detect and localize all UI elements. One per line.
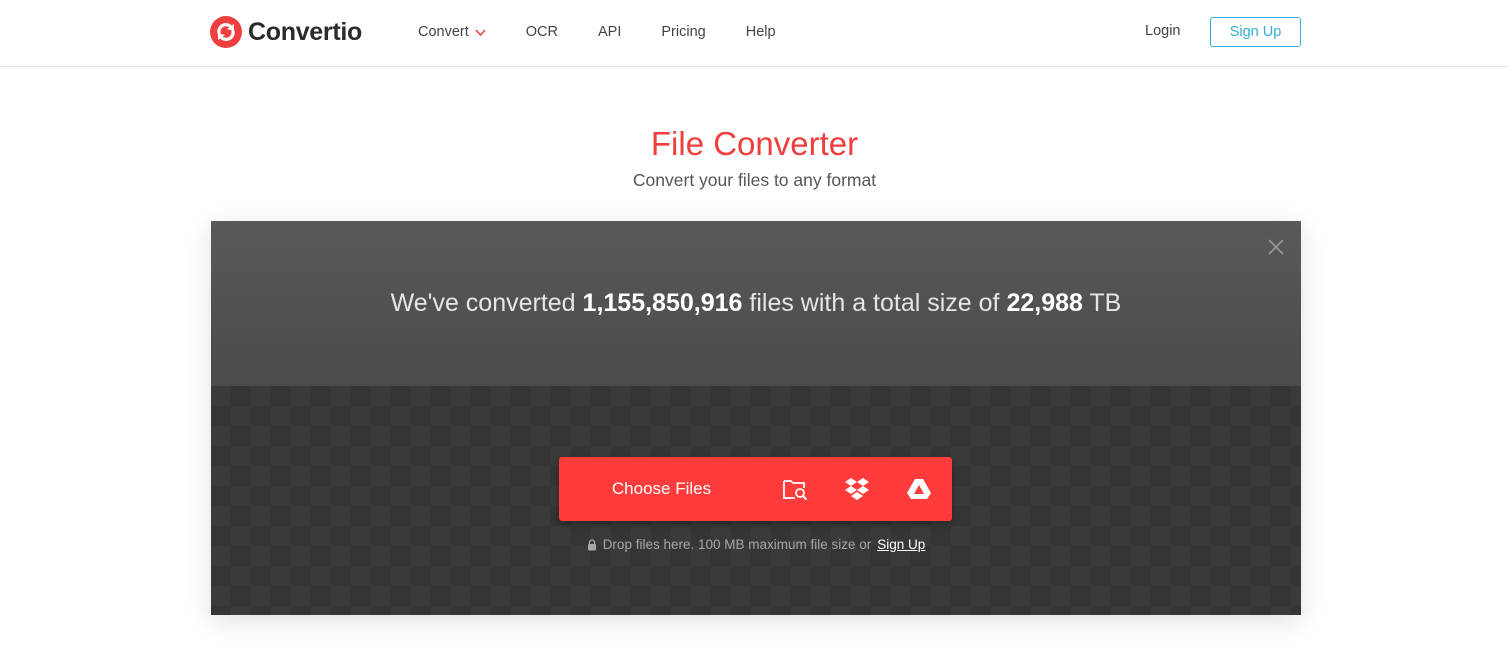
drop-note-text: Drop files here. 100 MB maximum file siz… — [602, 537, 872, 552]
nav-convert[interactable]: Convert — [418, 24, 486, 40]
nav-ocr-label: OCR — [525, 24, 559, 40]
google-drive-button[interactable] — [888, 457, 950, 521]
files-count: 1,155,850,916 — [582, 289, 743, 317]
chevron-down-icon — [475, 28, 486, 36]
stats-banner: We've converted 1,155,850,916 files with… — [211, 221, 1301, 386]
lock-icon — [587, 539, 596, 551]
login-link[interactable]: Login — [1145, 23, 1180, 39]
page-title: File Converter — [650, 125, 859, 162]
dropbox-button[interactable] — [826, 457, 888, 521]
nav-api-label: API — [598, 24, 622, 40]
stats-middle: files with a total size of — [742, 289, 1007, 317]
logo-text: Convertio — [248, 17, 362, 46]
nav-pricing[interactable]: Pricing — [661, 24, 705, 40]
nav-ocr[interactable]: OCR — [526, 24, 558, 40]
total-size: 22,988 — [1006, 289, 1083, 317]
convertio-logo-icon — [210, 16, 242, 48]
nav-help[interactable]: Help — [746, 24, 776, 40]
choose-files-bar: Choose Files — [559, 457, 952, 521]
main-nav: Convert OCR API Pricing Help — [418, 22, 816, 42]
page-subtitle: Convert your files to any format — [632, 170, 877, 190]
nav-pricing-label: Pricing — [661, 24, 706, 40]
logo[interactable]: Convertio — [210, 15, 362, 49]
google-drive-icon — [907, 479, 931, 499]
drop-zone[interactable]: Choose Files Drop files here. 100 MB max… — [211, 386, 1301, 615]
dropbox-icon — [845, 478, 869, 500]
choose-files-button[interactable]: Choose Files — [559, 479, 764, 499]
signup-button[interactable]: Sign Up — [1210, 17, 1301, 47]
nav-help-label: Help — [745, 24, 776, 40]
size-unit: TB — [1082, 289, 1122, 317]
close-icon[interactable] — [1267, 238, 1285, 256]
local-folder-button[interactable] — [764, 457, 826, 521]
converter-panel: We've converted 1,155,850,916 files with… — [211, 221, 1301, 615]
stats-prefix: We've converted — [390, 289, 583, 317]
drop-note-signup-link[interactable]: Sign Up — [877, 536, 925, 554]
nav-convert-label: Convert — [418, 24, 469, 40]
stats-text: We've converted 1,155,850,916 files with… — [211, 285, 1301, 321]
site-header: Convertio Convert OCR API Pricing Help L… — [0, 0, 1509, 67]
nav-api[interactable]: API — [598, 24, 621, 40]
folder-search-icon — [783, 480, 808, 501]
drop-note: Drop files here. 100 MB maximum file siz… — [211, 536, 1301, 554]
